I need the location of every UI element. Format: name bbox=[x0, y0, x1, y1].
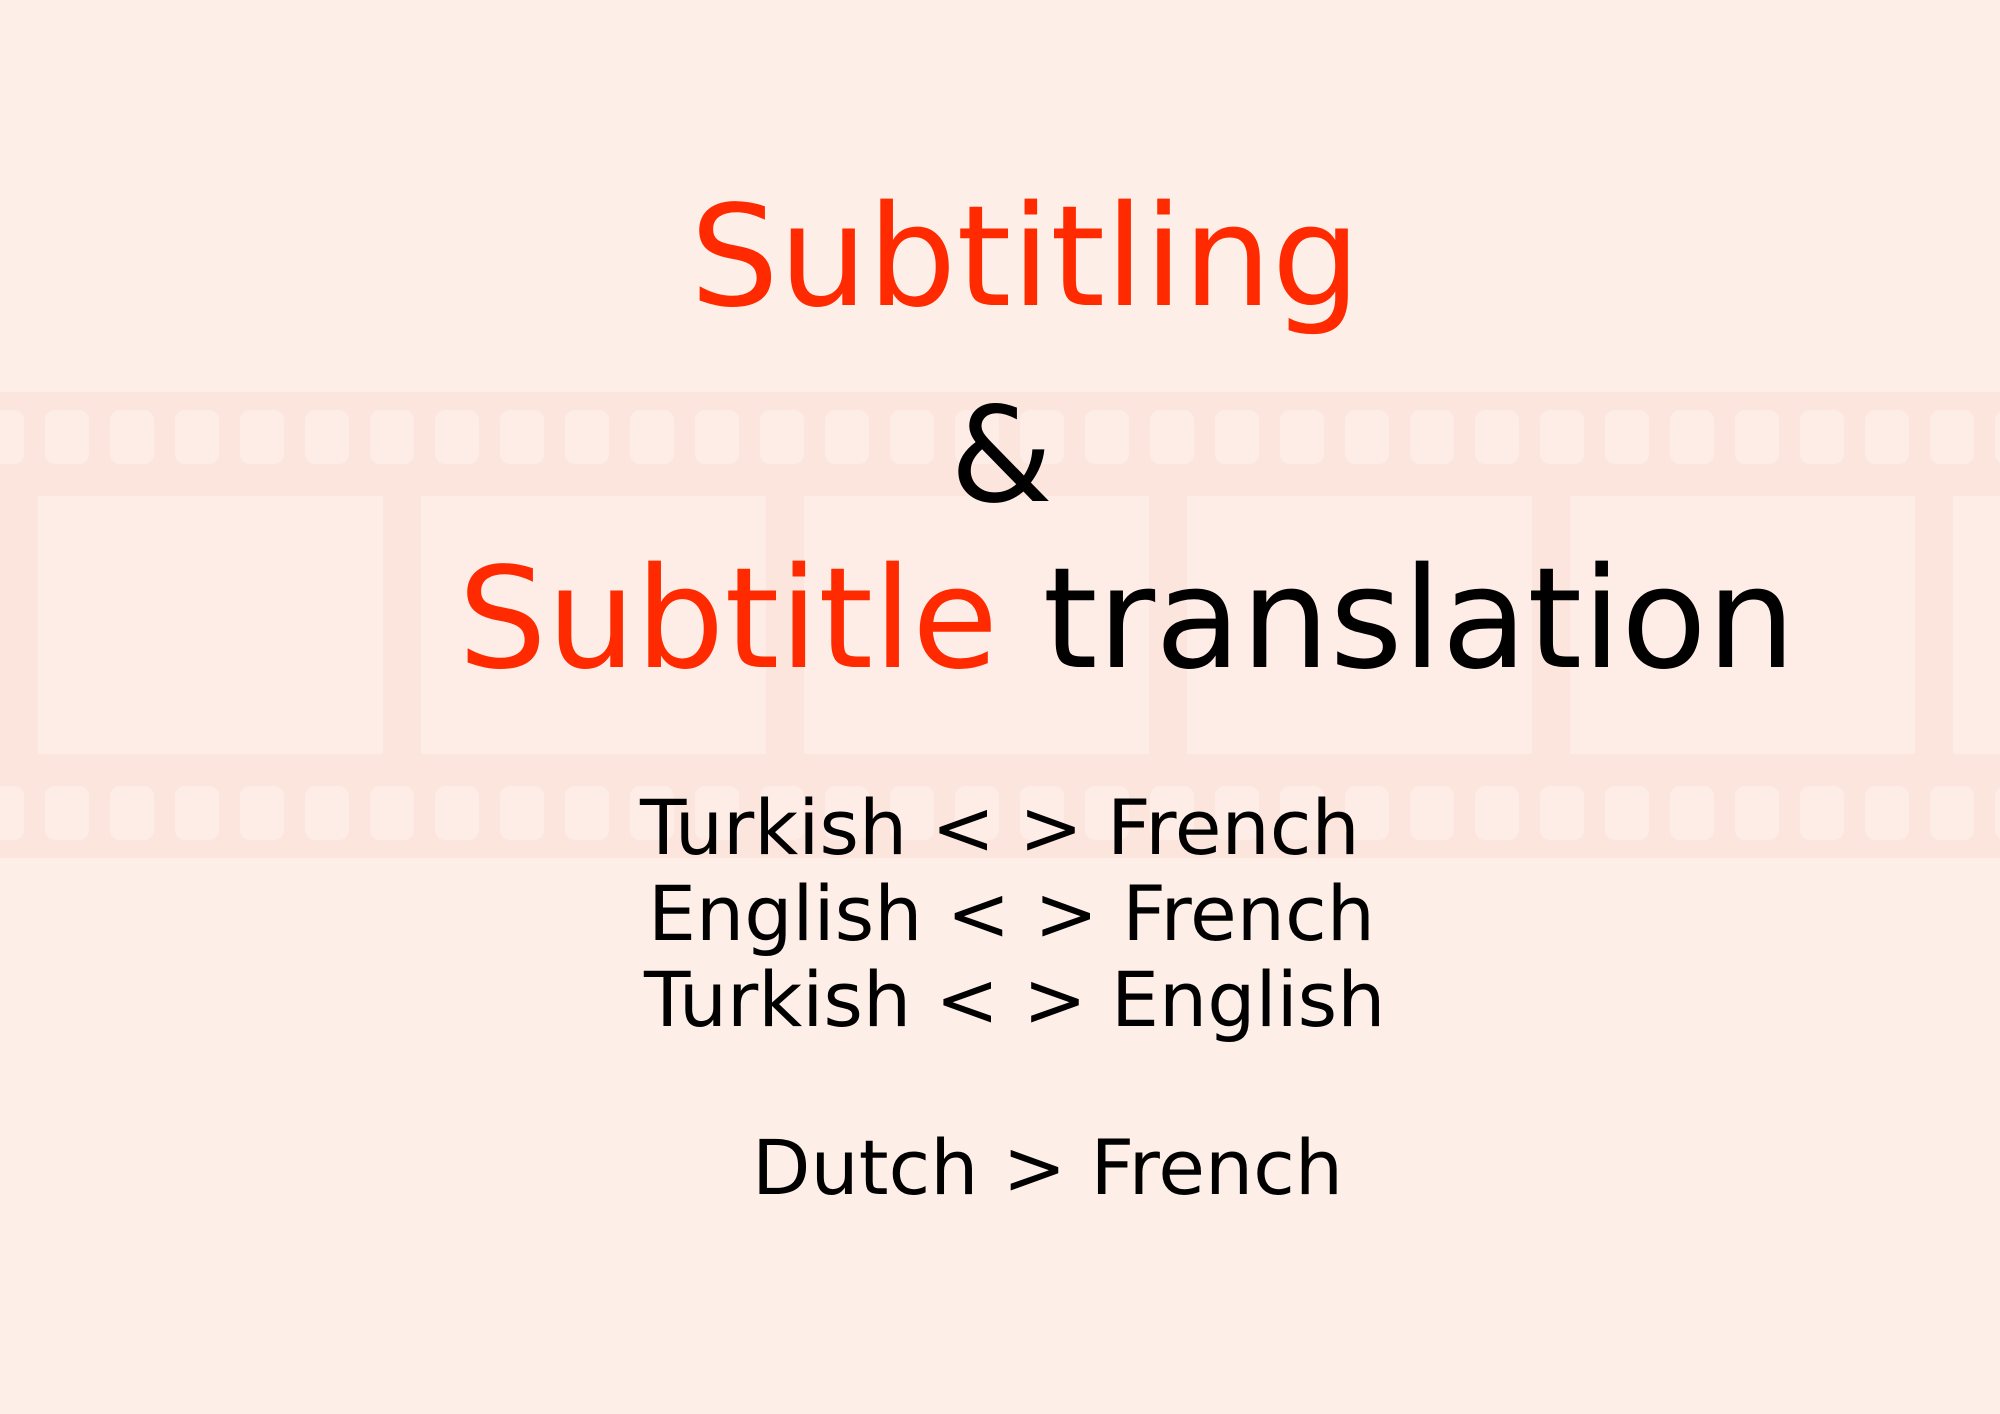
language-pair-english-french: English < > French bbox=[648, 869, 1375, 958]
title-subtitling: Subtitling bbox=[690, 176, 1361, 339]
slide-content: Subtitling & Subtitle translation Turkis… bbox=[0, 0, 2000, 1414]
title-subtitle-word: Subtitle bbox=[458, 538, 999, 701]
language-pair-turkish-english: Turkish < > English bbox=[644, 955, 1386, 1044]
title-translation-word: translation bbox=[1042, 538, 1796, 701]
language-pair-dutch-french: Dutch > French bbox=[752, 1123, 1344, 1212]
language-pair-turkish-french: Turkish < > French bbox=[640, 783, 1360, 872]
ampersand: & bbox=[950, 379, 1053, 533]
title-subtitle-translation: Subtitle translation bbox=[458, 550, 1795, 690]
